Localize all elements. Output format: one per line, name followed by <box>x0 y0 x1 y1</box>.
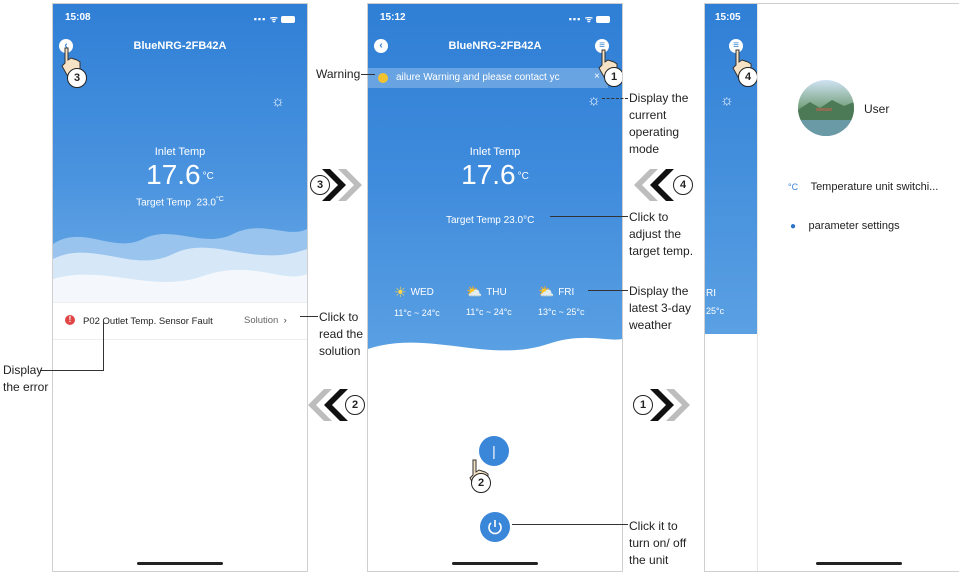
menu-item-temperature-unit[interactable]: °C Temperature unit switchi... <box>788 177 958 195</box>
wave-decoration <box>368 337 622 374</box>
status-time: 15:08 <box>65 12 91 23</box>
step-number-badge: 1 <box>604 67 622 87</box>
battery-icon <box>596 16 610 24</box>
wave-decoration <box>53 228 307 304</box>
power-button[interactable] <box>480 512 510 542</box>
battery-icon <box>281 16 295 24</box>
inlet-temp-label: Inlet Temp <box>154 146 206 158</box>
weather-day: THU <box>486 286 507 298</box>
connector-line <box>40 370 104 371</box>
phone-screen-1: 15:08 ▪▪▪ ᯤ BlueNRG-2FB42A ‹ ☼ Inlet Tem… <box>52 3 308 572</box>
annotation-read-solution: Click to read the solution <box>319 310 364 358</box>
error-row[interactable]: ! P02 Outlet Temp. Sensor Fault Solution… <box>53 302 307 340</box>
annotation-power: Click it to turn on/ off the unit <box>629 519 687 567</box>
status-bar: 15:08 ▪▪▪ ᯤ <box>65 12 295 26</box>
partial-weather-day: RI <box>706 288 716 299</box>
connector-line <box>512 524 628 525</box>
status-icons: ▪▪▪ ᯤ <box>254 12 295 25</box>
inlet-temp-block: Inlet Temp 17.6 °C <box>368 146 622 192</box>
home-indicator <box>137 562 223 565</box>
error-alert-icon: ! <box>65 315 75 325</box>
annotation-display-mode: Display the current operating mode <box>629 91 689 156</box>
phone-screen-3: 15:05 ▪▪▪ ᯤ ≡ ☼ RI 25°c 4 User °C Temper… <box>704 3 959 572</box>
home-indicator <box>452 562 538 565</box>
weather-range: 11°c ~ 24°c <box>394 308 440 318</box>
warning-icon <box>378 73 388 83</box>
inlet-temp-label: Inlet Temp <box>469 146 521 158</box>
mode-sun-icon: ☼ <box>720 92 734 109</box>
plug-icon: ● <box>790 221 797 232</box>
target-temp[interactable]: Target Temp 23.0°C <box>446 215 534 226</box>
connector-line <box>550 216 628 217</box>
annotation-weather: Display the latest 3-day weather <box>629 284 692 332</box>
weather-day-thu: ⛅ THU 11°c ~ 24°c <box>466 284 512 317</box>
step-number-badge: 3 <box>67 68 87 88</box>
power-icon <box>488 520 502 535</box>
step-number-badge: 3 <box>310 175 330 195</box>
chevron-right-icon: › <box>283 315 287 326</box>
inlet-temp-block: Inlet Temp 17.6 °C Target Temp 23.0°C <box>53 146 307 208</box>
partly-cloudy-icon: ⛅ <box>466 284 483 299</box>
status-bar: 15:12 ▪▪▪ ᯤ <box>380 12 610 26</box>
status-icons: ▪▪▪ ᯤ <box>569 12 610 25</box>
home-indicator <box>816 562 902 565</box>
side-drawer: User °C Temperature unit switchi... ● pa… <box>757 4 959 571</box>
weather-range: 13°c ~ 25°c <box>538 307 585 317</box>
connector-line <box>103 322 104 370</box>
connector-line <box>602 98 628 100</box>
weather-day-fri: ⛅ FRI 13°c ~ 25°c <box>538 284 584 317</box>
warning-banner[interactable]: ailure Warning and please contact yc × <box>368 68 608 88</box>
solution-link[interactable]: Solution › <box>244 315 287 326</box>
weather-range: 11°c ~ 24°c <box>466 307 512 317</box>
annotation-warning: Warning <box>316 67 361 81</box>
device-title: BlueNRG-2FB42A <box>133 40 227 52</box>
step-number-badge: 1 <box>633 395 653 415</box>
sun-icon: ☀ <box>394 284 407 300</box>
weather-day: FRI <box>558 286 575 298</box>
step-number-badge: 2 <box>345 395 365 415</box>
mode-sun-icon[interactable]: ☼ <box>271 94 285 109</box>
warning-text: ailure Warning and please contact yc <box>396 72 560 83</box>
step-number-badge: 4 <box>673 175 693 195</box>
phone-screen-2: 15:12 ▪▪▪ ᯤ BlueNRG-2FB42A ‹ ≡ ailure Wa… <box>367 3 623 572</box>
back-button[interactable]: ‹ <box>374 39 388 53</box>
menu-item-label: Temperature unit switchi... <box>810 181 939 193</box>
step-number-badge: 4 <box>738 67 758 87</box>
status-time: 15:05 <box>715 12 741 23</box>
mode-sun-icon[interactable]: ☼ <box>587 93 601 108</box>
annotation-display-error: Display the error <box>3 363 49 394</box>
target-temp[interactable]: Target Temp 23.0°C <box>53 196 307 208</box>
user-avatar[interactable] <box>798 80 854 136</box>
weather-day-wed: ☀ WED 11°c ~ 24°c <box>394 284 440 318</box>
connector-line <box>361 74 375 75</box>
partial-weather-temp: 25°c <box>706 306 725 316</box>
weather-day: WED <box>410 287 434 298</box>
partly-cloudy-icon: ⛅ <box>538 284 555 299</box>
annotation-adjust-target: Click to adjust the target temp. <box>629 210 694 258</box>
step-number-badge: 2 <box>471 473 491 493</box>
inlet-temp-value: 17.6 °C <box>146 159 214 190</box>
menu-item-parameter-settings[interactable]: ● parameter settings <box>790 216 959 234</box>
celsius-icon: °C <box>788 182 799 192</box>
connector-line <box>588 290 628 291</box>
device-title: BlueNRG-2FB42A <box>448 40 542 52</box>
inlet-temp-value: 17.6 °C <box>461 159 529 190</box>
user-label[interactable]: User <box>864 102 889 116</box>
status-time: 15:12 <box>380 12 406 23</box>
connector-line <box>300 316 318 317</box>
menu-item-label: parameter settings <box>808 220 900 232</box>
